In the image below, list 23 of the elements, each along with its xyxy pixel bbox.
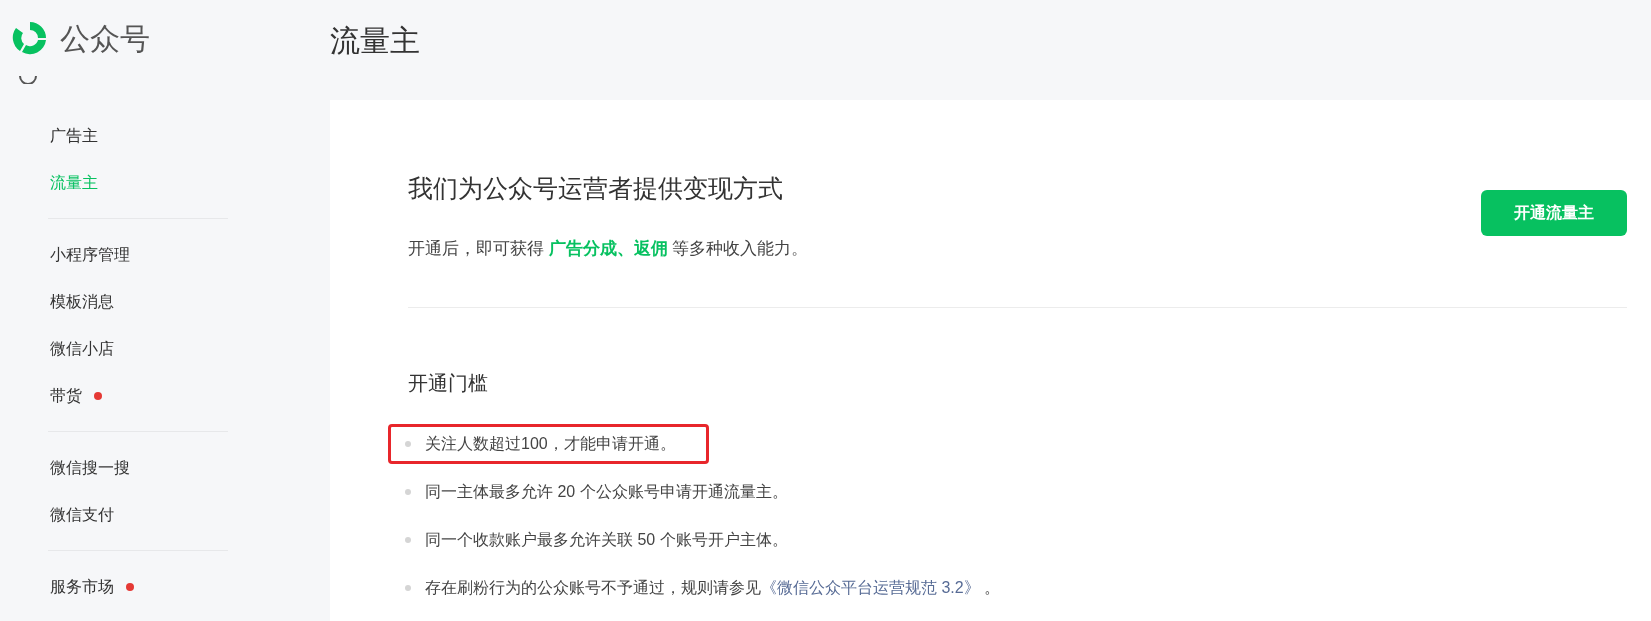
requirement-text: 同一个收款账户最多允许关联 50 个账号开户主体。 bbox=[425, 530, 788, 550]
description-text: 开通后，即可获得 广告分成、返佣 等多种收入能力。 bbox=[408, 237, 809, 260]
requirement-text: 关注人数超过100，才能申请开通。 bbox=[425, 434, 676, 454]
requirement-text: 存在刷粉行为的公众账号不予通过，规则请参见《微信公众平台运营规范 3.2》 。 bbox=[425, 578, 1001, 598]
section-heading: 我们为公众号运营者提供变现方式 bbox=[408, 173, 784, 204]
bullet-icon bbox=[405, 585, 411, 591]
page-title: 流量主 bbox=[330, 23, 420, 59]
sidebar-item[interactable]: 服务市场 bbox=[50, 574, 114, 599]
sidebar-item[interactable]: 小程序管理 bbox=[50, 242, 130, 267]
sidebar-item[interactable]: 带货 bbox=[50, 383, 82, 408]
sidebar-item[interactable]: 微信搜一搜 bbox=[50, 455, 130, 480]
sidebar-item[interactable]: 微信支付 bbox=[50, 502, 114, 527]
section-heading: 开通门槛 bbox=[408, 371, 489, 396]
logo-text: 公众号 bbox=[60, 20, 150, 57]
bullet-icon bbox=[405, 537, 411, 543]
menu-group-icon bbox=[18, 76, 38, 84]
sidebar-item[interactable]: 广告主 bbox=[50, 123, 98, 148]
sidebar-item[interactable]: 模板消息 bbox=[50, 289, 114, 314]
rules-link[interactable]: 《微信公众平台运营规范 3.2》 bbox=[761, 579, 980, 596]
bullet-icon bbox=[405, 441, 411, 447]
requirement-text: 同一主体最多允许 20 个公众账号申请开通流量主。 bbox=[425, 482, 788, 502]
bullet-icon bbox=[405, 489, 411, 495]
sidebar-item[interactable]: 微信小店 bbox=[50, 336, 114, 361]
